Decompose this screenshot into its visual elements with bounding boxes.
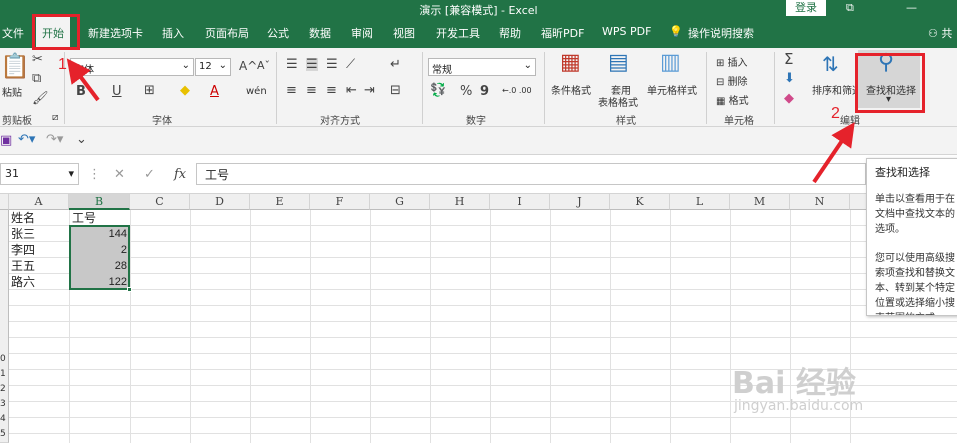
annotation-arrow-2: [812, 122, 855, 184]
annotation-arrows: [66, 58, 855, 184]
annotation-arrow-1: [66, 58, 100, 102]
